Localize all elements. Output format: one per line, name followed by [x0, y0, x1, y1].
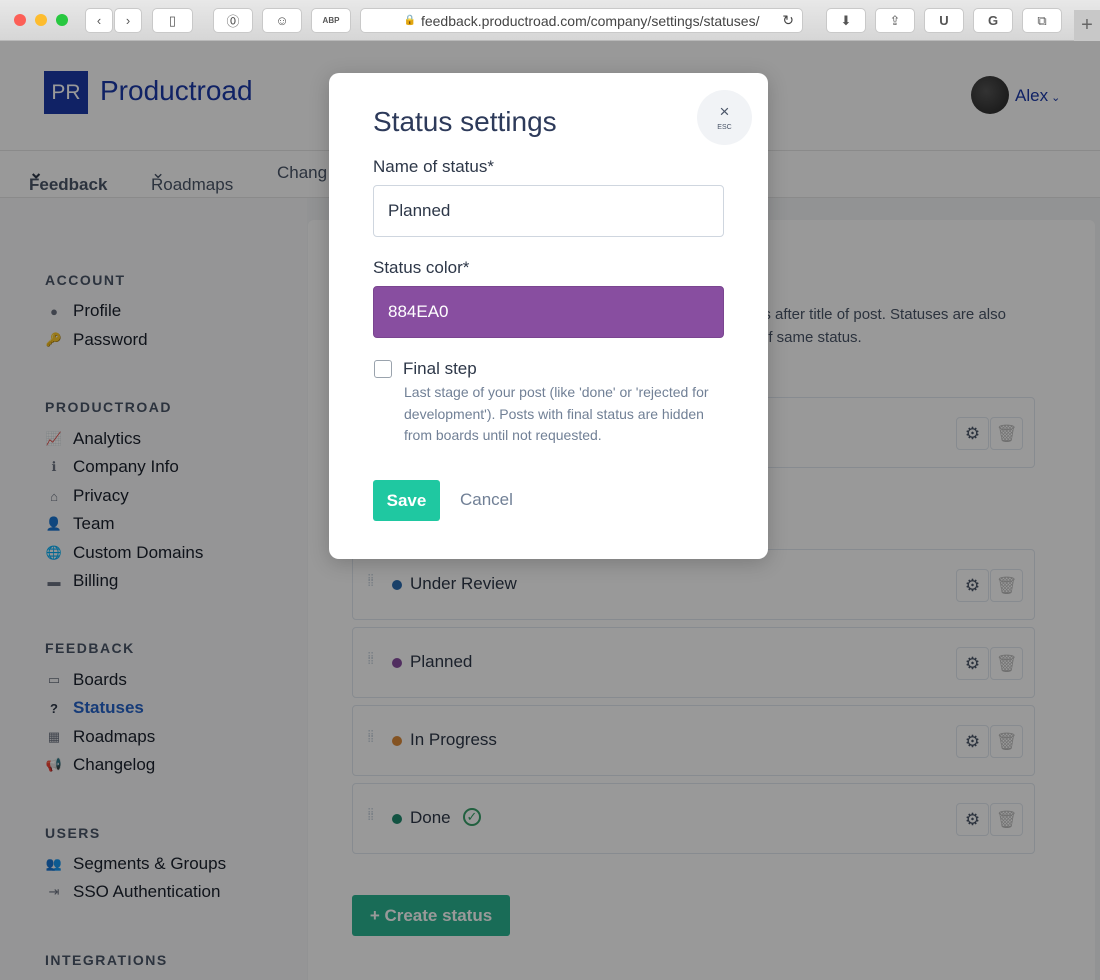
sidebar-icon[interactable]: ▯ [152, 8, 193, 33]
back-button[interactable]: ‹ [85, 8, 113, 33]
lock-icon: 🔒 [403, 15, 416, 26]
final-step-help: Last stage of your post (like 'done' or … [404, 384, 709, 443]
status-color-input[interactable] [373, 286, 724, 338]
minimize-window-button[interactable] [35, 14, 47, 26]
reload-icon[interactable]: ↻ [782, 12, 794, 29]
new-tab-button[interactable]: + [1074, 10, 1100, 41]
password-manager-icon[interactable]: ⓪ [213, 8, 253, 33]
esc-hint: ESC [717, 124, 732, 131]
share-icon[interactable]: ⇪ [875, 8, 915, 33]
browser-toolbar: ‹ › ▯ ⓪ ☺ ABP 🔒 feedback.productroad.com/… [0, 0, 1100, 41]
close-window-button[interactable] [14, 14, 26, 26]
save-button[interactable]: Save [373, 480, 440, 521]
color-label: Status color* [373, 258, 470, 277]
adblock-icon[interactable]: ABP [311, 8, 351, 33]
final-step-checkbox[interactable] [374, 360, 392, 378]
modal-title: Status settings [373, 106, 557, 137]
cancel-button[interactable]: Cancel [460, 490, 513, 510]
status-name-input[interactable] [373, 185, 724, 237]
address-bar[interactable]: 🔒 feedback.productroad.com/company/settin… [360, 8, 803, 33]
close-icon: × [719, 102, 730, 121]
download-icon[interactable]: ⬇ [826, 8, 866, 33]
url-text: feedback.productroad.com/company/setting… [420, 12, 760, 29]
grammarly-icon[interactable]: G [973, 8, 1013, 33]
maximize-window-button[interactable] [56, 14, 68, 26]
final-step-label[interactable]: Final step [403, 359, 477, 379]
name-label: Name of status* [373, 157, 494, 176]
forward-button[interactable]: › [114, 8, 142, 33]
tabs-icon[interactable]: ⧉ [1022, 8, 1062, 33]
ghost-icon[interactable]: ☺ [262, 8, 302, 33]
status-settings-modal: Status settings × ESC Name of status* Sta… [329, 73, 768, 559]
close-button[interactable]: × ESC [697, 90, 752, 145]
ublock-icon[interactable]: U [924, 8, 964, 33]
